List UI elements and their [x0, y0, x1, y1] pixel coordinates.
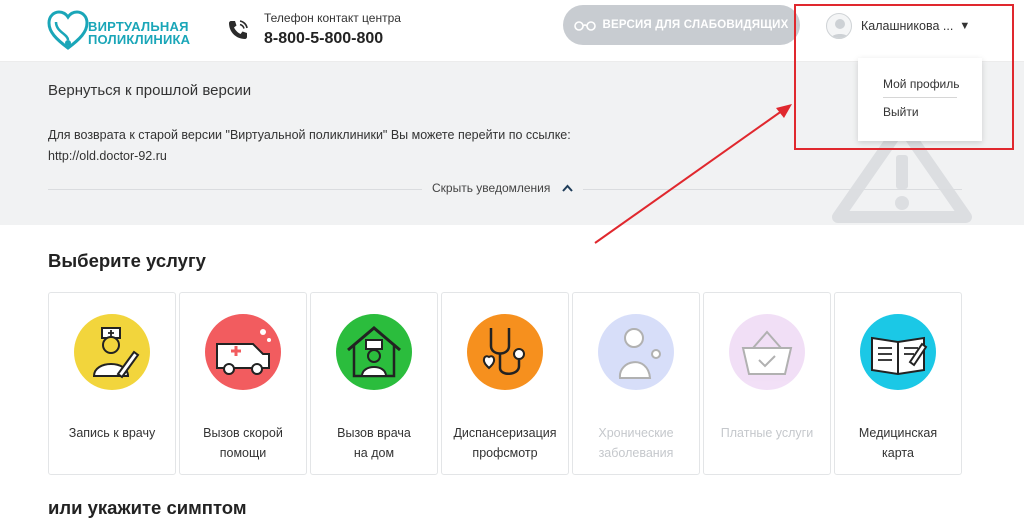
services-title: Выберите услугу — [48, 250, 206, 271]
chevron-up-icon — [562, 184, 574, 192]
notice-text: Для возврата к старой версии "Виртуально… — [48, 125, 698, 167]
service-card-medical-record[interactable]: Медицинская карта — [834, 292, 962, 475]
old-version-link[interactable]: http://old.doctor-92.ru — [48, 146, 698, 167]
service-label: Медицинская карта — [858, 426, 938, 460]
glasses-icon — [574, 21, 597, 31]
logo-line-2: ПОЛИКЛИНИКА — [88, 32, 191, 47]
notice-description: Для возврата к старой версии "Виртуально… — [48, 128, 571, 142]
service-label: Вызов врача на дом — [337, 426, 411, 460]
header: ВИРТУАЛЬНАЯ ПОЛИКЛИНИКА Телефон контакт … — [0, 0, 1024, 62]
service-card-doctor-appointment[interactable]: Запись к врачу — [48, 292, 176, 475]
stethoscope-heart-icon — [467, 314, 543, 390]
house-doctor-icon — [336, 314, 412, 390]
service-card-ambulance[interactable]: Вызов скорой помощи — [179, 292, 307, 475]
service-label: Диспансеризация профсмотр — [453, 426, 557, 460]
service-cards: Запись к врачу Вызов скорой помощи Вызов… — [48, 292, 962, 475]
notice-title: Вернуться к прошлой версии — [48, 82, 252, 99]
hide-notifications-button[interactable]: Скрыть уведомления — [422, 181, 584, 195]
service-card-chronic-diseases[interactable]: Хронические заболевания — [572, 292, 700, 475]
avatar — [826, 13, 852, 39]
menu-divider — [883, 97, 957, 98]
low-vision-version-button[interactable]: ВЕРСИЯ ДЛЯ СЛАБОВИДЯЩИХ — [563, 5, 800, 45]
logo[interactable]: ВИРТУАЛЬНАЯ ПОЛИКЛИНИКА — [46, 8, 196, 54]
symptom-title: или укажите симптом — [48, 497, 247, 518]
user-icon — [830, 19, 850, 38]
sick-person-icon — [598, 314, 674, 390]
doctor-with-pen-icon — [74, 314, 150, 390]
service-label: Платные услуги — [720, 426, 814, 440]
logout-menu-item[interactable]: Выйти — [883, 105, 919, 119]
medical-book-icon — [860, 314, 936, 390]
service-card-paid-services[interactable]: Платные услуги — [703, 292, 831, 475]
phone-label: Телефон контакт центра — [264, 11, 401, 25]
my-profile-menu-item[interactable]: Мой профиль — [883, 77, 960, 91]
caret-down-icon: ▼ — [959, 20, 971, 32]
service-card-home-visit[interactable]: Вызов врача на дом — [310, 292, 438, 475]
low-vision-version-label: ВЕРСИЯ ДЛЯ СЛАБОВИДЯЩИХ — [602, 19, 789, 31]
ambulance-icon — [205, 314, 281, 390]
heart-stethoscope-icon — [47, 10, 89, 50]
service-label: Вызов скорой помощи — [203, 426, 283, 460]
service-card-checkup[interactable]: Диспансеризация профсмотр — [441, 292, 569, 475]
user-name: Калашникова ... — [861, 19, 954, 33]
service-label: Хронические заболевания — [598, 426, 674, 460]
logo-text: ВИРТУАЛЬНАЯ ПОЛИКЛИНИКА — [88, 20, 190, 46]
phone-icon — [229, 20, 248, 39]
basket-icon — [729, 314, 805, 390]
phone-number[interactable]: 8-800-5-800-800 — [264, 30, 383, 48]
hide-notifications-label: Скрыть уведомления — [432, 181, 551, 195]
service-label: Запись к врачу — [68, 426, 156, 440]
user-menu-toggle[interactable]: Калашникова ... ▼ — [826, 12, 970, 40]
user-dropdown-menu: Мой профиль Выйти — [858, 58, 982, 141]
